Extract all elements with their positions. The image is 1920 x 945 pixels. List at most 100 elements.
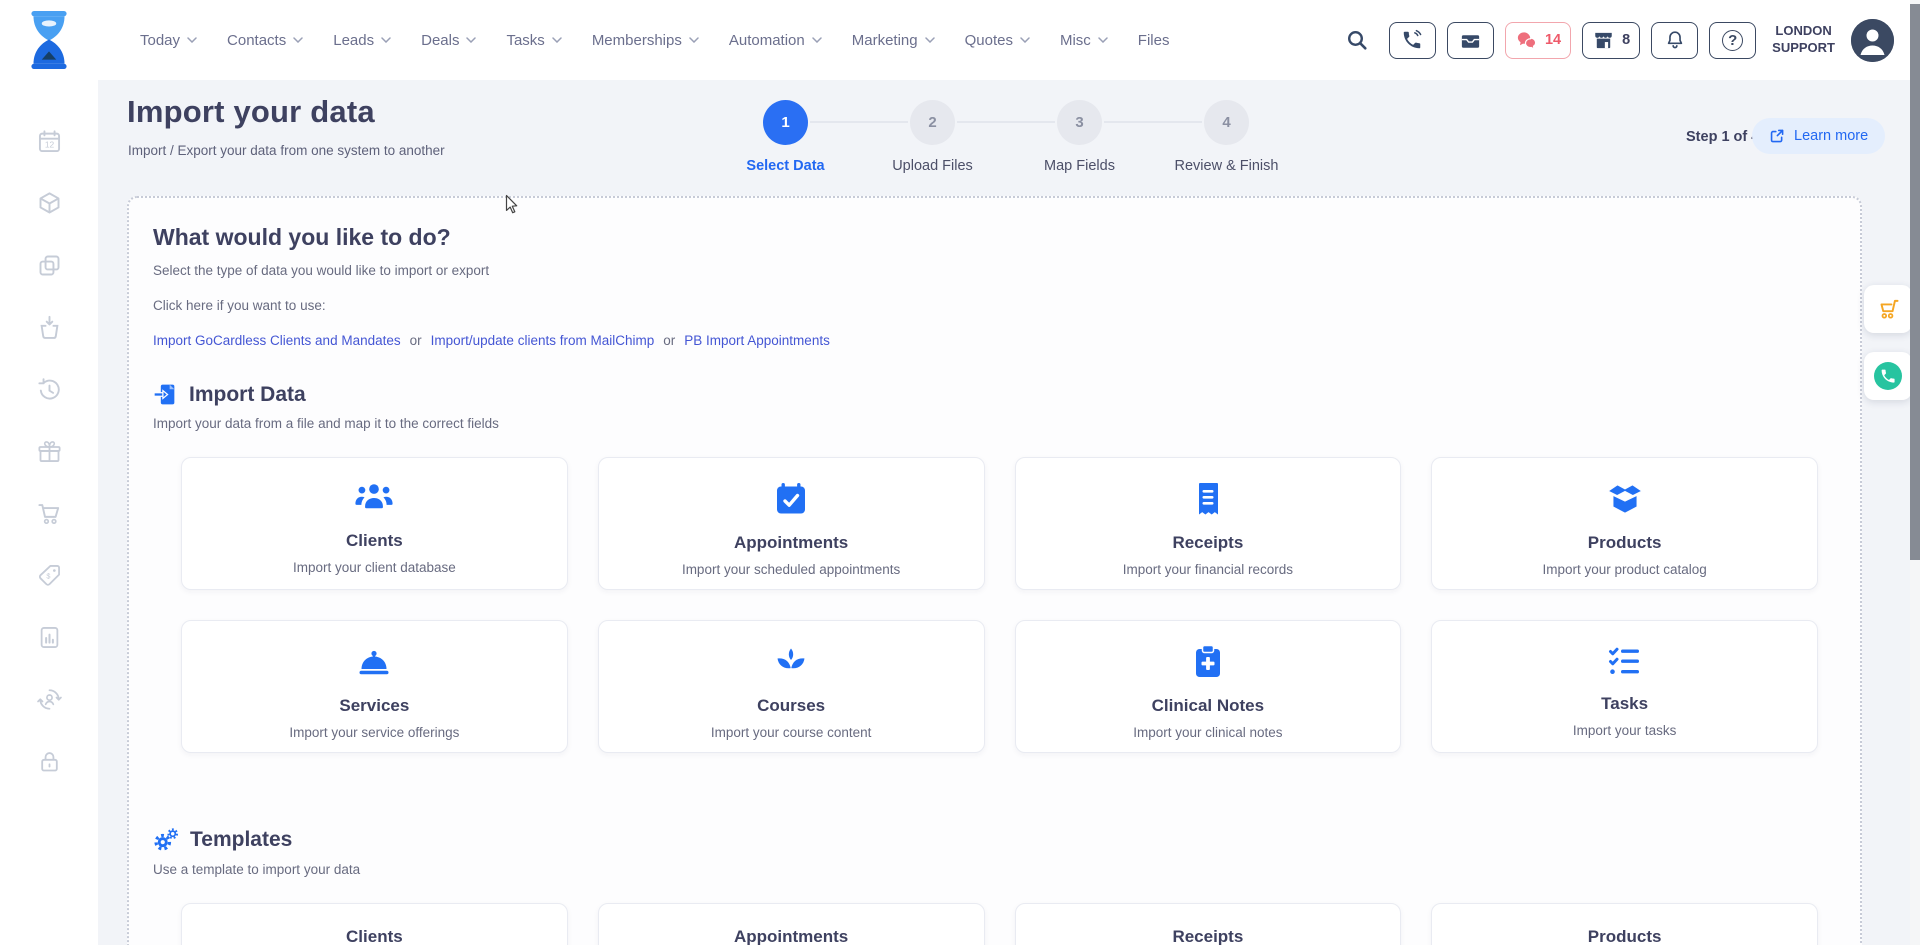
nav-item-leads[interactable]: Leads	[333, 32, 391, 49]
account-name-line2: SUPPORT	[1772, 40, 1835, 57]
card-title: Appointments	[599, 927, 984, 945]
nav-item-misc[interactable]: Misc	[1060, 32, 1108, 49]
history-icon[interactable]	[36, 376, 63, 403]
nav-item-today[interactable]: Today	[140, 32, 197, 49]
import-cards-grid: Clients Import your client database Appo…	[181, 457, 1818, 753]
import-card-receipts[interactable]: Receipts Import your financial records	[1015, 457, 1402, 590]
chevron-down-icon	[381, 37, 391, 43]
card-description: Import your financial records	[1016, 562, 1401, 577]
lock-icon[interactable]	[36, 748, 63, 775]
step-label: Select Data	[712, 158, 859, 174]
nav-label: Files	[1138, 32, 1170, 49]
or-separator: or	[663, 333, 675, 348]
icon-sidebar: 12 $	[0, 80, 98, 945]
notifications-button[interactable]	[1651, 22, 1698, 59]
help-button[interactable]: ?	[1709, 22, 1756, 59]
search-button[interactable]	[1340, 23, 1374, 57]
step-select-data[interactable]: 1 Select Data	[712, 100, 859, 174]
import-card-clients[interactable]: Clients Import your client database	[181, 457, 568, 590]
chevron-down-icon	[812, 37, 822, 43]
nav-label: Tasks	[506, 32, 544, 49]
price-tag-icon[interactable]: $	[36, 562, 63, 589]
nav-item-memberships[interactable]: Memberships	[592, 32, 699, 49]
help-icon: ?	[1722, 30, 1743, 51]
step-map-fields[interactable]: 3 Map Fields	[1006, 100, 1153, 174]
account-name-line1: LONDON	[1772, 23, 1835, 40]
step-review-finish[interactable]: 4 Review & Finish	[1153, 100, 1300, 174]
link-mailchimp-import[interactable]: Import/update clients from MailChimp	[431, 333, 655, 348]
store-button[interactable]: 8	[1582, 22, 1640, 59]
link-gocardless-import[interactable]: Import GoCardless Clients and Mandates	[153, 333, 401, 348]
template-card-clients[interactable]: Clients	[181, 903, 568, 945]
floating-cart-button[interactable]	[1864, 285, 1912, 333]
report-icon[interactable]	[36, 624, 63, 651]
learn-more-button[interactable]: Learn more	[1752, 118, 1885, 154]
card-title: Courses	[599, 696, 984, 716]
import-card-appointments[interactable]: Appointments Import your scheduled appoi…	[598, 457, 985, 590]
card-description: Import your service offerings	[182, 725, 567, 740]
card-title: Receipts	[1016, 927, 1401, 945]
nav-item-quotes[interactable]: Quotes	[965, 32, 1030, 49]
inbox-tray-icon	[1459, 29, 1482, 52]
vertical-scrollbar-thumb[interactable]	[1910, 4, 1920, 560]
avatar[interactable]	[1851, 19, 1894, 62]
page-title: Import your data	[127, 94, 375, 130]
step-label: Review & Finish	[1153, 158, 1300, 174]
nav-label: Misc	[1060, 32, 1091, 49]
gift-icon[interactable]	[36, 438, 63, 465]
checklist-icon	[1605, 642, 1645, 680]
nav-label: Contacts	[227, 32, 286, 49]
step-upload-files[interactable]: 2 Upload Files	[859, 100, 1006, 174]
card-description: Import your scheduled appointments	[599, 562, 984, 577]
chevron-down-icon	[925, 37, 935, 43]
import-data-section-subtitle: Import your data from a file and map it …	[153, 416, 1836, 431]
nav-label: Automation	[729, 32, 805, 49]
chevron-down-icon	[466, 37, 476, 43]
chevron-down-icon	[689, 37, 699, 43]
card-title: Clinical Notes	[1016, 696, 1401, 716]
nav-item-files[interactable]: Files	[1138, 32, 1170, 49]
card-description: Import your product catalog	[1432, 562, 1817, 577]
account-sync-icon[interactable]	[36, 686, 63, 713]
import-card-clinical-notes[interactable]: Clinical Notes Import your clinical note…	[1015, 620, 1402, 753]
chevron-down-icon	[1020, 37, 1030, 43]
or-separator: or	[410, 333, 422, 348]
template-card-receipts[interactable]: Receipts	[1015, 903, 1402, 945]
panel-subheading: Select the type of data you would like t…	[153, 263, 1836, 278]
link-pb-import-appointments[interactable]: PB Import Appointments	[684, 333, 830, 348]
account-name[interactable]: LONDON SUPPORT	[1772, 23, 1835, 57]
gears-icon	[153, 827, 179, 853]
floating-whatsapp-button[interactable]	[1864, 352, 1912, 400]
card-title: Clients	[182, 927, 567, 945]
external-link-icon	[1769, 128, 1785, 144]
package-icon[interactable]	[36, 190, 63, 217]
template-card-products[interactable]: Products	[1431, 903, 1818, 945]
import-card-courses[interactable]: Courses Import your course content	[598, 620, 985, 753]
template-card-appointments[interactable]: Appointments	[598, 903, 985, 945]
inbox-button[interactable]	[1447, 22, 1494, 59]
calendar-icon[interactable]: 12	[36, 128, 63, 155]
quick-links-row: Import GoCardless Clients and Mandates o…	[153, 333, 1836, 348]
step-counter: Step 1 of 4	[1686, 129, 1759, 145]
nav-item-automation[interactable]: Automation	[729, 32, 822, 49]
svg-text:$: $	[46, 571, 50, 580]
vertical-scrollbar-track[interactable]	[1910, 0, 1920, 945]
import-card-products[interactable]: Products Import your product catalog	[1431, 457, 1818, 590]
step-number: 4	[1204, 100, 1249, 145]
import-stepper: 1 Select Data 2 Upload Files 3 Map Field…	[712, 100, 1300, 174]
phone-button[interactable]	[1389, 22, 1436, 59]
import-card-services[interactable]: Services Import your service offerings	[181, 620, 568, 753]
app-logo[interactable]	[24, 10, 74, 75]
panel-heading: What would you like to do?	[153, 224, 1836, 251]
card-description: Import your tasks	[1432, 723, 1817, 738]
cart-icon[interactable]	[36, 500, 63, 527]
nav-item-deals[interactable]: Deals	[421, 32, 476, 49]
duplicate-icon[interactable]	[36, 252, 63, 279]
chat-notifications-button[interactable]: 14	[1505, 22, 1571, 59]
nav-item-marketing[interactable]: Marketing	[852, 32, 935, 49]
bag-download-icon[interactable]	[36, 314, 63, 341]
import-card-tasks[interactable]: Tasks Import your tasks	[1431, 620, 1818, 753]
nav-item-contacts[interactable]: Contacts	[227, 32, 303, 49]
template-cards-grid: Clients Appointments Receipts Products	[181, 903, 1818, 945]
nav-item-tasks[interactable]: Tasks	[506, 32, 561, 49]
